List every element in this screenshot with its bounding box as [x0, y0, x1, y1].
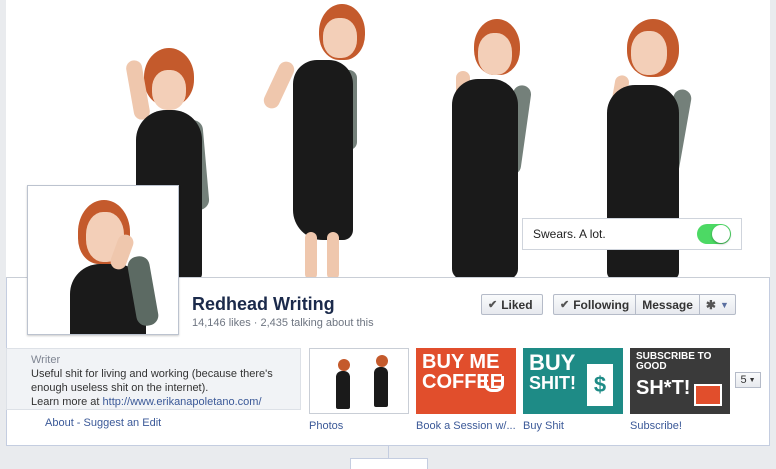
- check-icon: ✔: [560, 299, 570, 311]
- about-description: Useful shit for living and working (beca…: [31, 368, 273, 394]
- message-button[interactable]: Message: [636, 295, 700, 314]
- app-label-subscribe[interactable]: Subscribe!: [630, 420, 682, 432]
- about-suggest-edit-links[interactable]: About - Suggest an Edit: [45, 417, 161, 429]
- gear-icon: ✱: [705, 297, 716, 312]
- check-icon: ✔: [488, 299, 498, 311]
- page-stats: 14,146 likes · 2,435 talking about this: [192, 317, 374, 329]
- timeline-divider: [388, 446, 389, 458]
- app-label-book-session[interactable]: Book a Session w/...: [416, 420, 516, 432]
- app-tile-photos[interactable]: [309, 348, 409, 414]
- page-title[interactable]: Redhead Writing: [192, 294, 335, 315]
- app-tile-buy-me-coffee[interactable]: BUY ME COFFEE: [416, 348, 516, 414]
- more-apps-button[interactable]: 5 ▼: [735, 372, 761, 388]
- about-category: Writer: [31, 354, 61, 366]
- liked-label: Liked: [501, 297, 533, 312]
- message-label: Message: [642, 297, 693, 312]
- following-button[interactable]: ✔ Following: [554, 295, 637, 314]
- about-learn-more: Learn more at http://www.erikanapoletano…: [31, 395, 300, 409]
- envelope-icon: [694, 384, 722, 406]
- app-tile-buy-shit[interactable]: BUY SHIT! $: [523, 348, 623, 414]
- swears-toggle-card: Swears. A lot.: [522, 218, 742, 250]
- profile-picture[interactable]: [27, 185, 179, 335]
- app-label-buy-shit[interactable]: Buy Shit: [523, 420, 564, 432]
- settings-dropdown-button[interactable]: ✱ ▼: [700, 295, 735, 314]
- app-tile-subscribe[interactable]: SUBSCRIBE TO GOOD SH*T!: [630, 348, 730, 414]
- toggle-label: Swears. A lot.: [533, 227, 606, 241]
- dollar-icon: $: [587, 364, 613, 406]
- tile-line2: SHIT!: [529, 373, 576, 393]
- page-action-group: ✔ Following Message ✱ ▼: [553, 294, 736, 315]
- toggle-knob: [712, 225, 730, 243]
- caret-down-icon: ▼: [719, 299, 729, 310]
- about-box: Writer Useful shit for living and workin…: [6, 348, 301, 410]
- cover-figure: [426, 15, 536, 277]
- learn-more-prefix: Learn more at: [31, 396, 100, 408]
- following-label: Following: [573, 297, 630, 312]
- more-apps-count: 5: [740, 374, 747, 386]
- tile-line1: BUY ME: [422, 351, 500, 373]
- cover-figure: [261, 0, 371, 277]
- tile-line1: BUY: [529, 350, 576, 375]
- liked-button[interactable]: ✔ Liked: [481, 294, 543, 315]
- app-label-photos[interactable]: Photos: [309, 420, 343, 432]
- swears-toggle-switch[interactable]: [697, 224, 731, 244]
- caret-down-icon: ▼: [748, 376, 756, 384]
- coffee-cup-icon: [484, 376, 504, 392]
- tile-line1: SUBSCRIBE TO GOOD: [636, 351, 712, 372]
- website-link[interactable]: http://www.erikanapoletano.com/: [103, 396, 262, 408]
